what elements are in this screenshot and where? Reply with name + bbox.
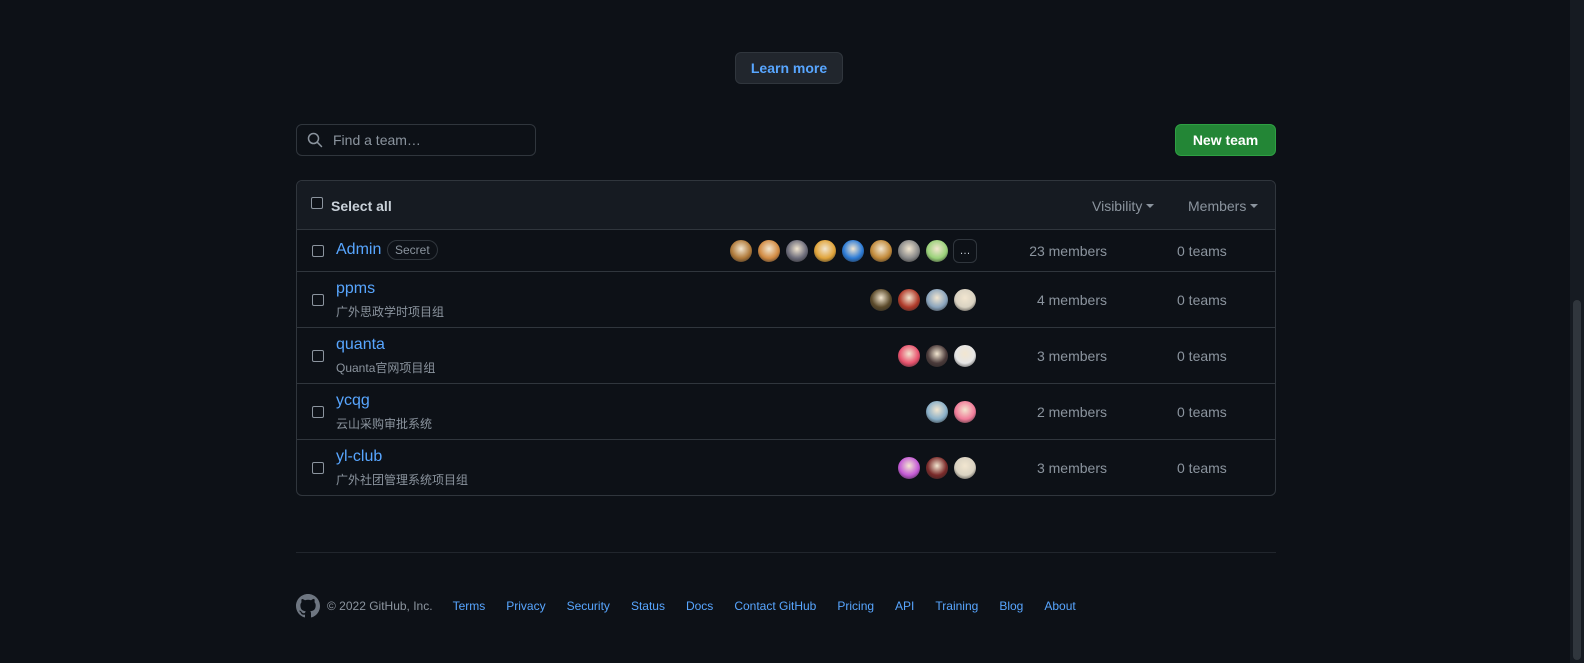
visibility-dropdown[interactable]: Visibility <box>1092 198 1155 214</box>
child-teams-count[interactable]: 0 teams <box>1177 243 1227 259</box>
visibility-label: Visibility <box>1092 198 1143 214</box>
table-header: Select all Visibility Members <box>297 181 1275 230</box>
caret-down-icon <box>1250 204 1259 208</box>
team-checkbox[interactable] <box>312 245 324 257</box>
member-avatars <box>921 400 977 424</box>
team-checkbox[interactable] <box>312 350 324 362</box>
copyright: © 2022 GitHub, Inc. <box>327 599 433 613</box>
footer-link-pricing[interactable]: Pricing <box>837 599 874 613</box>
avatar[interactable] <box>869 239 893 263</box>
team-description: Quanta官网项目组 <box>336 361 436 375</box>
team-description: 广外思政学时项目组 <box>336 305 445 319</box>
avatar[interactable] <box>953 456 977 480</box>
members-label: Members <box>1188 198 1247 214</box>
team-name-link[interactable]: ppms <box>336 280 375 298</box>
avatar[interactable] <box>925 400 949 424</box>
new-team-button[interactable]: New team <box>1175 124 1276 156</box>
team-checkbox[interactable] <box>312 406 324 418</box>
footer-link-docs[interactable]: Docs <box>686 599 713 613</box>
team-row: quanta Quanta官网项目组 3 members 0 teams <box>297 328 1275 384</box>
members-count-link[interactable]: 3 members <box>1037 460 1107 476</box>
team-description: 云山采购审批系统 <box>336 417 433 431</box>
caret-down-icon <box>1146 204 1155 208</box>
members-count-link[interactable]: 2 members <box>1037 404 1107 420</box>
avatar[interactable] <box>897 344 921 368</box>
learn-more-button[interactable]: Learn more <box>735 52 843 84</box>
search-icon <box>307 132 323 148</box>
team-row: ycqg 云山采购审批系统 2 members 0 teams <box>297 384 1275 440</box>
scrollbar-thumb[interactable] <box>1573 300 1581 660</box>
avatar[interactable] <box>925 344 949 368</box>
team-search[interactable] <box>296 124 536 156</box>
members-count-link[interactable]: 4 members <box>1037 292 1107 308</box>
team-list: Admin Secret … 23 members 0 teams ppms 广外思政学时项… <box>297 230 1275 495</box>
footer-link-blog[interactable]: Blog <box>999 599 1023 613</box>
child-teams-count[interactable]: 0 teams <box>1177 404 1227 420</box>
select-all-checkbox[interactable] <box>311 197 323 209</box>
avatar[interactable] <box>953 288 977 312</box>
avatar[interactable] <box>897 288 921 312</box>
avatar[interactable] <box>729 239 753 263</box>
team-row: ppms 广外思政学时项目组 4 members 0 teams <box>297 272 1275 328</box>
avatar[interactable] <box>953 400 977 424</box>
avatar[interactable] <box>757 239 781 263</box>
team-row: Admin Secret … 23 members 0 teams <box>297 230 1275 272</box>
more-members-button[interactable]: … <box>953 239 977 263</box>
footer-link-about[interactable]: About <box>1044 599 1075 613</box>
child-teams-count[interactable]: 0 teams <box>1177 460 1227 476</box>
teams-table: Select all Visibility Members Admin Secre… <box>296 180 1276 496</box>
child-teams-count[interactable]: 0 teams <box>1177 348 1227 364</box>
select-all-label: Select all <box>331 198 392 214</box>
team-name-link[interactable]: quanta <box>336 336 385 354</box>
github-logo-icon[interactable] <box>296 594 320 618</box>
members-dropdown[interactable]: Members <box>1188 198 1259 214</box>
member-avatars <box>865 288 977 312</box>
members-count-link[interactable]: 23 members <box>1029 243 1107 259</box>
member-avatars <box>893 456 977 480</box>
team-name-link[interactable]: ycqg <box>336 392 370 410</box>
avatar[interactable] <box>925 288 949 312</box>
team-description: 广外社团管理系统项目组 <box>336 473 469 487</box>
footer-link-status[interactable]: Status <box>631 599 665 613</box>
avatar[interactable] <box>953 344 977 368</box>
footer-link-terms[interactable]: Terms <box>453 599 486 613</box>
footer-divider <box>296 552 1276 553</box>
avatar[interactable] <box>897 239 921 263</box>
avatar[interactable] <box>813 239 837 263</box>
footer-link-contact-github[interactable]: Contact GitHub <box>734 599 816 613</box>
footer-link-security[interactable]: Security <box>567 599 610 613</box>
avatar[interactable] <box>841 239 865 263</box>
team-checkbox[interactable] <box>312 462 324 474</box>
visibility-badge: Secret <box>387 240 438 260</box>
footer-link-training[interactable]: Training <box>935 599 978 613</box>
avatar[interactable] <box>897 456 921 480</box>
footer: © 2022 GitHub, Inc. Terms Privacy Security… <box>296 594 1097 618</box>
footer-links: Terms Privacy Security Status Docs Contact Gi… <box>453 599 1097 613</box>
team-checkbox[interactable] <box>312 294 324 306</box>
team-name-link[interactable]: Admin <box>336 241 381 259</box>
avatar[interactable] <box>925 239 949 263</box>
child-teams-count[interactable]: 0 teams <box>1177 292 1227 308</box>
avatar[interactable] <box>785 239 809 263</box>
members-count-link[interactable]: 3 members <box>1037 348 1107 364</box>
team-name-link[interactable]: yl-club <box>336 448 382 466</box>
footer-link-privacy[interactable]: Privacy <box>506 599 545 613</box>
member-avatars <box>893 344 977 368</box>
avatar[interactable] <box>925 456 949 480</box>
member-avatars: … <box>725 239 977 263</box>
team-row: yl-club 广外社团管理系统项目组 3 members 0 teams <box>297 440 1275 495</box>
footer-link-api[interactable]: API <box>895 599 914 613</box>
search-input[interactable] <box>331 131 525 149</box>
avatar[interactable] <box>869 288 893 312</box>
